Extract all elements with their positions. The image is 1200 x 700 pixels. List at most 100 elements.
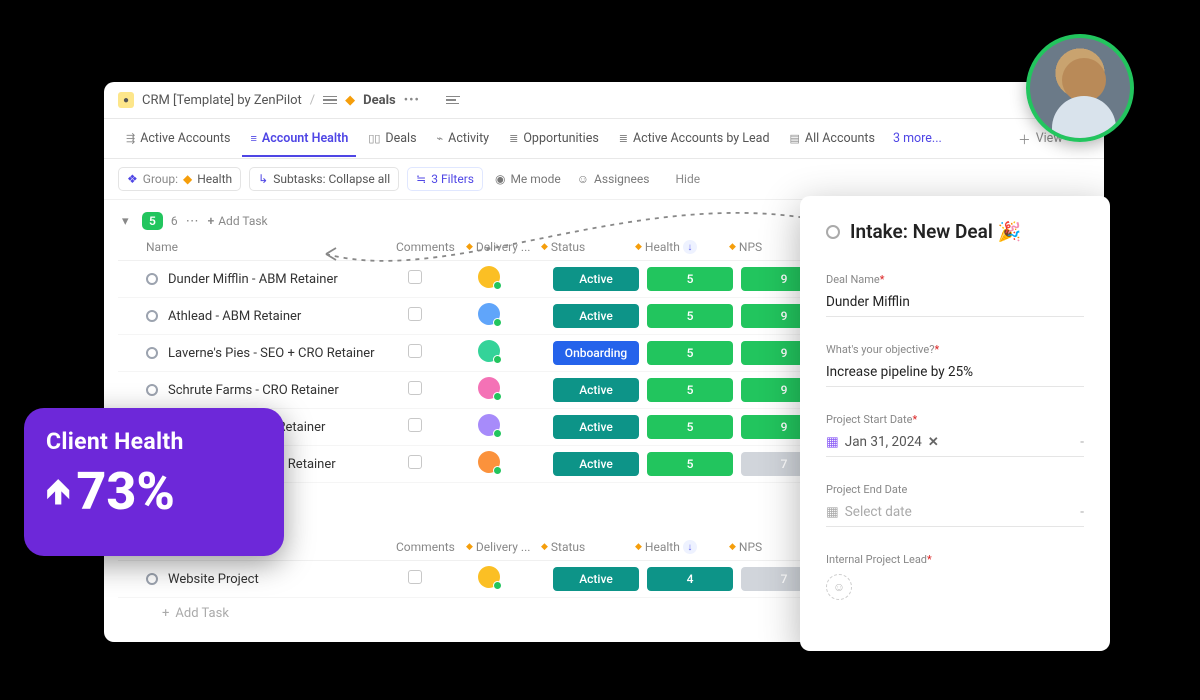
status-cell[interactable]: Active	[553, 304, 647, 328]
page-more-icon[interactable]: •••	[404, 93, 420, 108]
comment-icon	[408, 455, 422, 469]
form-title: Intake: New Deal 🎉	[826, 220, 1084, 243]
col-health[interactable]: ◆Health↓	[635, 540, 729, 554]
delivery-cell[interactable]	[478, 303, 553, 329]
page-name[interactable]: Deals	[363, 93, 396, 108]
comments-cell[interactable]	[408, 344, 478, 362]
status-circle-icon[interactable]	[146, 347, 158, 359]
assign-lead-button[interactable]: ☺	[826, 574, 852, 600]
delivery-cell[interactable]	[478, 340, 553, 366]
clear-date-icon[interactable]: ✕	[928, 435, 939, 450]
status-circle-icon[interactable]	[146, 384, 158, 396]
lead-label: Internal Project Lead*	[826, 553, 1084, 566]
status-circle-icon[interactable]	[146, 310, 158, 322]
up-arrow-icon: 🡹	[46, 475, 70, 509]
objective-input[interactable]: Increase pipeline by 25%	[826, 364, 1084, 387]
list-icon: ≣	[619, 132, 628, 145]
col-status[interactable]: ◆Status	[541, 540, 635, 554]
delivery-cell[interactable]	[478, 266, 553, 292]
assignee-avatar[interactable]	[478, 377, 500, 399]
diamond-icon: ◆	[635, 542, 642, 552]
group-more-icon[interactable]: ⋯	[186, 214, 200, 229]
status-circle-icon[interactable]	[146, 573, 158, 585]
assignees-filter[interactable]: ☺Assignees	[573, 172, 654, 186]
client-health-value: 🡹 73%	[46, 461, 262, 522]
status-circle-icon[interactable]	[146, 273, 158, 285]
tab-opportunities[interactable]: ≣Opportunities	[501, 121, 607, 156]
subtasks-chip[interactable]: ↳Subtasks: Collapse all	[249, 167, 399, 191]
tab-active-by-lead[interactable]: ≣Active Accounts by Lead	[611, 121, 778, 156]
hide-button[interactable]: Hide	[675, 172, 700, 186]
diamond-icon: ◆	[541, 542, 548, 552]
diamond-icon: ◆	[729, 242, 736, 252]
add-task-button[interactable]: +Add Task	[208, 214, 268, 228]
health-cell[interactable]: 5	[647, 267, 741, 291]
views-overflow[interactable]: 3 more...	[887, 121, 948, 156]
task-name[interactable]: Schrute Farms - CRO Retainer	[168, 383, 408, 398]
col-delivery[interactable]: ◆Delivery ...	[466, 240, 541, 254]
assignee-avatar[interactable]	[478, 414, 500, 436]
tab-account-health[interactable]: ≡Account Health	[242, 121, 356, 156]
health-cell[interactable]: 5	[647, 341, 741, 365]
col-health[interactable]: ◆Health↓	[635, 240, 729, 254]
col-comments[interactable]: Comments	[396, 540, 466, 554]
health-cell[interactable]: 5	[647, 415, 741, 439]
assignee-avatar[interactable]	[478, 303, 500, 325]
end-date-input[interactable]: ▦ Select date -	[826, 504, 1084, 527]
workspace-name[interactable]: CRM [Template] by ZenPilot	[142, 93, 302, 108]
comments-cell[interactable]	[408, 307, 478, 325]
filters-chip[interactable]: ≒3 Filters	[407, 167, 483, 191]
me-mode[interactable]: ◉Me mode	[491, 172, 565, 186]
people-icon: ☺	[577, 172, 589, 186]
comments-cell[interactable]	[408, 381, 478, 399]
col-comments[interactable]: Comments	[396, 240, 466, 254]
list-icon: ⇶	[126, 132, 135, 145]
col-status[interactable]: ◆Status	[541, 240, 635, 254]
tab-deals[interactable]: ▯▯Deals	[360, 121, 424, 156]
options-icon[interactable]	[446, 94, 460, 107]
status-cell[interactable]: Onboarding	[553, 341, 647, 365]
collapse-icon[interactable]: ▾	[122, 214, 134, 229]
delivery-cell[interactable]	[478, 414, 553, 440]
table-icon: ▤	[790, 132, 800, 145]
assignee-avatar[interactable]	[478, 266, 500, 288]
activity-icon: ⌁	[437, 132, 444, 145]
assignee-avatar[interactable]	[478, 566, 500, 588]
status-cell[interactable]: Active	[553, 378, 647, 402]
assignee-avatar[interactable]	[478, 451, 500, 473]
status-cell[interactable]: Active	[553, 452, 647, 476]
status-cell[interactable]: Active	[553, 267, 647, 291]
col-name[interactable]: Name	[146, 240, 396, 254]
group-chip[interactable]: ❖Group:◆Health	[118, 167, 241, 191]
delivery-cell[interactable]	[478, 377, 553, 403]
health-cell[interactable]: 4	[647, 567, 741, 591]
health-cell[interactable]: 5	[647, 304, 741, 328]
start-date-input[interactable]: ▦ Jan 31, 2024 ✕ -	[826, 434, 1084, 457]
col-delivery[interactable]: ◆Delivery ...	[466, 540, 541, 554]
tab-all-accounts[interactable]: ▤All Accounts	[782, 121, 883, 156]
comment-icon	[408, 307, 422, 321]
task-name[interactable]: Website Project	[168, 572, 408, 587]
sort-down-icon[interactable]: ↓	[683, 240, 697, 254]
end-date-label: Project End Date	[826, 483, 1084, 496]
comments-cell[interactable]	[408, 270, 478, 288]
assignee-avatar[interactable]	[478, 340, 500, 362]
tab-active-accounts[interactable]: ⇶Active Accounts	[118, 121, 238, 156]
delivery-cell[interactable]	[478, 566, 553, 592]
user-avatar-badge[interactable]	[1026, 34, 1134, 142]
deal-name-input[interactable]: Dunder Mifflin	[826, 294, 1084, 317]
sort-down-icon[interactable]: ↓	[683, 540, 697, 554]
task-name[interactable]: Laverne's Pies - SEO + CRO Retainer	[168, 346, 408, 361]
status-cell[interactable]: Active	[553, 567, 647, 591]
comments-cell[interactable]	[408, 570, 478, 588]
task-name[interactable]: Dunder Mifflin - ABM Retainer	[168, 272, 408, 287]
status-cell[interactable]: Active	[553, 415, 647, 439]
delivery-cell[interactable]	[478, 451, 553, 477]
health-cell[interactable]: 5	[647, 378, 741, 402]
group-icon: ❖	[127, 172, 138, 186]
health-cell[interactable]: 5	[647, 452, 741, 476]
tab-activity[interactable]: ⌁Activity	[429, 121, 498, 156]
task-name[interactable]: Athlead - ABM Retainer	[168, 309, 408, 324]
comments-cell[interactable]	[408, 455, 478, 473]
comments-cell[interactable]	[408, 418, 478, 436]
